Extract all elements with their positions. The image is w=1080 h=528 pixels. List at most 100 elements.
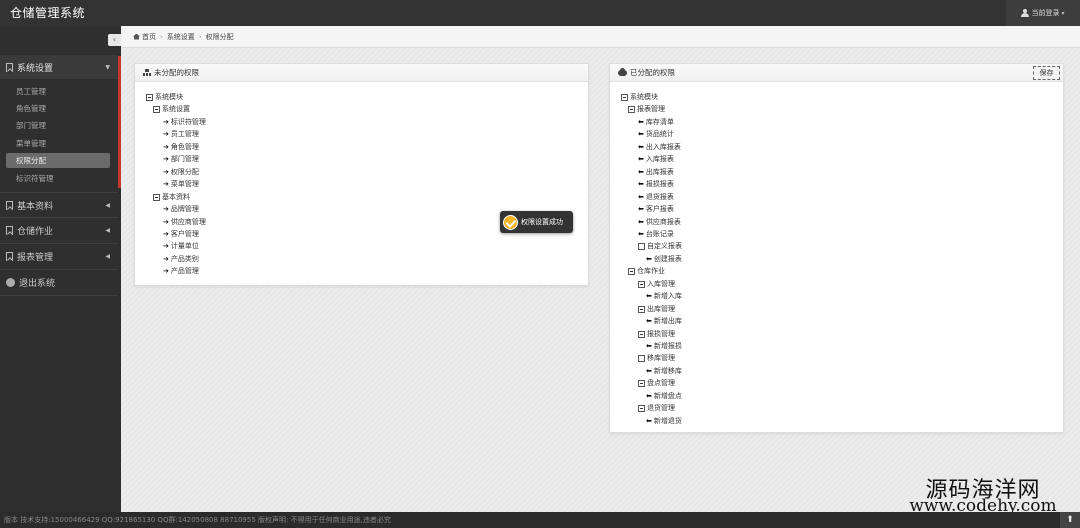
tree-leaf-item[interactable]: ⬅ 新增出库 bbox=[646, 316, 682, 327]
sidebar-item-logout[interactable]: 退出系统 bbox=[0, 270, 118, 294]
tree-node-label: 供应商报表 bbox=[645, 217, 681, 226]
tree-folder-item[interactable]: 报损管理 bbox=[638, 329, 675, 340]
tree-leaf-item[interactable]: ➔ 权限分配 bbox=[163, 167, 199, 178]
save-button[interactable]: 保存 bbox=[1033, 66, 1060, 80]
caret-down-icon: ▾ bbox=[1061, 9, 1065, 17]
tree-leaf-item[interactable]: ➔ 供应商管理 bbox=[163, 217, 206, 228]
tree-node-label: 菜单管理 bbox=[170, 180, 199, 189]
sidebar-item-menus[interactable]: 菜单管理 bbox=[6, 136, 110, 151]
sidebar-group-label: 报表管理 bbox=[17, 252, 54, 263]
breadcrumb-level1[interactable]: 系统设置 bbox=[167, 32, 195, 42]
collapse-box-icon[interactable] bbox=[621, 94, 628, 101]
collapse-box-icon[interactable] bbox=[638, 305, 645, 313]
collapse-box-icon[interactable] bbox=[638, 380, 645, 388]
sidebar-group-system-settings[interactable]: 系统设置 ▼ bbox=[0, 55, 118, 79]
tree-leaf-item[interactable]: ⬅ 新增退货 bbox=[646, 416, 682, 427]
tree-leaf-item[interactable]: ⬅ 客户报表 bbox=[638, 204, 674, 215]
tree-folder-item[interactable]: 仓库作业 bbox=[628, 266, 665, 277]
tree-node-label: 系统设置 bbox=[162, 105, 190, 114]
collapse-box-icon[interactable] bbox=[153, 193, 160, 201]
panel-header: 未分配的权限 bbox=[135, 64, 588, 82]
tree-leaf-item[interactable]: ➔ 产品类别 bbox=[163, 254, 199, 265]
tree-folder-item[interactable]: 基本资料 bbox=[153, 192, 190, 203]
tree-leaf-item[interactable]: ⬅ 供应商报表 bbox=[638, 217, 681, 228]
tree-folder-item[interactable]: 盘点管理 bbox=[638, 378, 675, 389]
tree-leaf-item[interactable]: ➔ 计量单位 bbox=[163, 241, 199, 252]
tree-leaf-item[interactable]: ⬅ 新增报损 bbox=[646, 341, 682, 352]
arrow-left-icon: ⬅ bbox=[638, 155, 644, 164]
tree-node-label: 品牌管理 bbox=[170, 205, 199, 214]
tree-leaf-item[interactable]: ➔ 品牌管理 bbox=[163, 204, 199, 215]
tree-folder-item[interactable]: 系统设置 bbox=[153, 104, 190, 115]
tree-leaf-item[interactable]: ⬅ 报损报表 bbox=[638, 179, 674, 190]
tree-leaf-item[interactable]: ➔ 员工管理 bbox=[163, 129, 199, 140]
tree-leaf-item[interactable]: ⬅ 出库报表 bbox=[638, 167, 674, 178]
sidebar-group-basic-data[interactable]: 基本资料 ◀ bbox=[0, 193, 118, 217]
tree-leaf-item[interactable]: ➔ 标识符管理 bbox=[163, 117, 206, 128]
tree-folder-item[interactable]: 自定义报表 bbox=[638, 241, 682, 252]
tree-node-label: 仓库作业 bbox=[637, 267, 665, 276]
tree-node-label: 新增报损 bbox=[653, 342, 682, 350]
tree-leaf-item[interactable]: ➔ 部门管理 bbox=[163, 154, 199, 165]
tree-leaf-item[interactable]: ➔ 产品管理 bbox=[163, 266, 199, 277]
tree-leaf-item[interactable]: ⬅ 库存清单 bbox=[638, 117, 674, 128]
collapse-box-icon[interactable] bbox=[628, 268, 635, 276]
breadcrumb-separator: › bbox=[198, 32, 202, 41]
collapse-box-icon[interactable] bbox=[638, 280, 645, 288]
tree-node-label: 客户报表 bbox=[645, 205, 674, 214]
panel-title: 未分配的权限 bbox=[154, 68, 199, 77]
empty-box-icon[interactable] bbox=[638, 355, 645, 363]
user-menu[interactable]: 当前登录 ▾ bbox=[1006, 0, 1080, 26]
tree-leaf-item[interactable]: ➔ 菜单管理 bbox=[163, 179, 199, 190]
tree-folder-item[interactable]: 入库管理 bbox=[638, 279, 675, 290]
tree-leaf-item[interactable]: ⬅ 出入库报表 bbox=[638, 142, 681, 153]
arrow-right-icon: ➔ bbox=[163, 155, 169, 164]
tree-folder-item[interactable]: 系统模块 bbox=[146, 92, 183, 103]
divider bbox=[0, 295, 118, 296]
sidebar-group-label: 基本资料 bbox=[17, 201, 54, 212]
collapse-box-icon[interactable] bbox=[638, 330, 645, 338]
collapse-box-icon[interactable] bbox=[153, 106, 160, 114]
tree-leaf-item[interactable]: ⬅ 台账记录 bbox=[638, 229, 674, 240]
tree-leaf-item[interactable]: ⬅ 退货报表 bbox=[638, 192, 674, 203]
sidebar-group-reports[interactable]: 报表管理 ◀ bbox=[0, 244, 118, 268]
footer: 版本 技术支持:15000466429 QQ:921865130 QQ群:142… bbox=[0, 512, 1080, 528]
tree-leaf-item[interactable]: ➔ 客户管理 bbox=[163, 229, 199, 240]
breadcrumb-home[interactable]: 首页 bbox=[142, 32, 156, 42]
arrow-left-icon: ⬅ bbox=[646, 292, 652, 301]
tree-leaf-item[interactable]: ⬅ 创建报表 bbox=[646, 254, 682, 265]
tree-folder-item[interactable]: 退货管理 bbox=[638, 403, 675, 414]
sidebar-item-departments[interactable]: 部门管理 bbox=[6, 118, 110, 133]
collapse-box-icon[interactable] bbox=[146, 94, 153, 101]
arrow-left-icon: ⬅ bbox=[638, 205, 644, 214]
tree-node-label: 计量单位 bbox=[170, 242, 199, 251]
sidebar-item-staff[interactable]: 员工管理 bbox=[6, 84, 110, 99]
tree-leaf-item[interactable]: ⬅ 入库报表 bbox=[638, 154, 674, 165]
sidebar-item-roles[interactable]: 角色管理 bbox=[6, 101, 110, 116]
collapse-box-icon[interactable] bbox=[628, 106, 635, 114]
tree-node-label: 系统模块 bbox=[630, 93, 658, 101]
arrow-right-icon: ➔ bbox=[163, 242, 169, 251]
tree-node-label: 库存清单 bbox=[645, 117, 674, 126]
tree-leaf-item[interactable]: ⬅ 货品统计 bbox=[638, 129, 674, 140]
tree-folder-item[interactable]: 报表管理 bbox=[628, 104, 665, 115]
tree-node-label: 新增移库 bbox=[653, 366, 682, 375]
tree-leaf-item[interactable]: ⬅ 新增入库 bbox=[646, 291, 682, 302]
tree-folder-item[interactable]: 出库管理 bbox=[638, 304, 675, 315]
sidebar-item-permissions[interactable]: 权限分配 bbox=[6, 153, 110, 168]
arrow-left-icon: ⬅ bbox=[646, 366, 652, 375]
sidebar-group-warehouse-ops[interactable]: 仓储作业 ◀ bbox=[0, 218, 118, 242]
tree-node-label: 员工管理 bbox=[170, 130, 199, 139]
arrow-left-icon: ⬅ bbox=[638, 142, 644, 151]
tree-leaf-item[interactable]: ⬅ 新增移库 bbox=[646, 366, 682, 377]
tree-folder-item[interactable]: 系统模块 bbox=[621, 92, 658, 103]
bookmark-icon bbox=[6, 225, 13, 235]
tree-leaf-item[interactable]: ➔ 角色管理 bbox=[163, 142, 199, 153]
tree-leaf-item[interactable]: ⬅ 新增盘点 bbox=[646, 391, 682, 402]
empty-box-icon[interactable] bbox=[638, 243, 645, 251]
back-to-top-button[interactable]: ⬆ bbox=[1060, 512, 1080, 528]
sidebar-collapse-button[interactable]: ‹ bbox=[108, 34, 121, 46]
collapse-box-icon[interactable] bbox=[638, 405, 645, 413]
sidebar-item-identifiers[interactable]: 标识符管理 bbox=[6, 171, 110, 186]
tree-folder-item[interactable]: 移库管理 bbox=[638, 353, 675, 364]
